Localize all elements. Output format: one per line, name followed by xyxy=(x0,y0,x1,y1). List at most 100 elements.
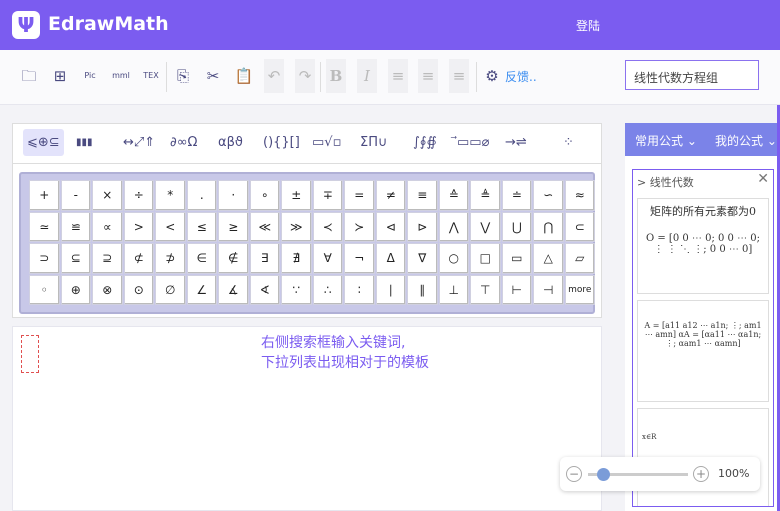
symbol-button[interactable]: ≌ xyxy=(60,211,91,242)
symbol-button[interactable]: ≠ xyxy=(375,180,406,211)
close-icon[interactable]: ✕ xyxy=(757,171,769,187)
symbol-button[interactable]: ⊗ xyxy=(92,274,123,305)
symbol-button[interactable]: ≡ xyxy=(407,180,438,211)
symbol-button[interactable]: ∝ xyxy=(92,211,123,242)
symbol-button[interactable]: ¬ xyxy=(344,243,375,274)
symbol-button[interactable]: ≻ xyxy=(344,211,375,242)
symbol-button[interactable]: ⊇ xyxy=(92,243,123,274)
align-right-icon[interactable]: ≡ xyxy=(449,59,469,93)
bold-icon[interactable]: B xyxy=(326,59,346,93)
symbol-button[interactable]: ⊣ xyxy=(533,274,564,305)
symbol-button[interactable]: ⊆ xyxy=(60,243,91,274)
more-symbols-button[interactable]: more xyxy=(564,274,595,305)
symbol-button[interactable]: ⊳ xyxy=(407,211,438,242)
symbol-button[interactable]: ≜ xyxy=(470,180,501,211)
symbol-button[interactable]: - xyxy=(60,180,91,211)
symbol-button[interactable]: ∀ xyxy=(312,243,343,274)
align-center-icon[interactable]: ≡ xyxy=(418,59,438,93)
symbol-button[interactable]: > xyxy=(123,211,154,242)
symbol-button[interactable]: ⋁ xyxy=(470,211,501,242)
undo-icon[interactable]: ↶ xyxy=(264,59,284,93)
symbol-button[interactable]: ∵ xyxy=(281,274,312,305)
zoom-slider[interactable] xyxy=(588,468,688,481)
symbol-button[interactable]: ⊂ xyxy=(564,211,595,242)
symbol-tab-decorations[interactable]: ⃗▭▭⌀ xyxy=(457,135,489,150)
symbol-button[interactable]: ∘ xyxy=(249,180,280,211)
symbol-tab-brackets[interactable]: (){}[] xyxy=(263,135,300,150)
symbol-tab-greek[interactable]: αβϑ xyxy=(218,135,243,150)
symbol-button[interactable]: = xyxy=(344,180,375,211)
symbol-tab-relations[interactable]: ⩽⊕⊆ xyxy=(23,129,64,156)
symbol-tab-arrows[interactable]: ↔⤢⇑ xyxy=(123,135,155,150)
symbol-tab-fractions[interactable]: ▭√▫ xyxy=(312,135,341,150)
symbol-tab-misc[interactable]: ∂∞Ω xyxy=(170,135,198,150)
input-placeholder[interactable] xyxy=(21,335,39,373)
symbol-button[interactable]: Δ xyxy=(375,243,406,274)
export-mml-icon[interactable]: mml xyxy=(110,63,132,89)
symbol-button[interactable]: ⊃ xyxy=(29,243,60,274)
symbol-button[interactable]: ∴ xyxy=(312,274,343,305)
symbol-tab-fill[interactable]: ▮▮▮ xyxy=(76,137,93,148)
symbol-tab-sums[interactable]: ΣΠ∪ xyxy=(360,135,388,150)
symbol-button[interactable]: ▱ xyxy=(564,243,595,274)
symbol-button[interactable]: ∡ xyxy=(218,274,249,305)
symbol-button[interactable]: ⊤ xyxy=(470,274,501,305)
formula-canvas[interactable]: 右侧搜索框输入关键词, 下拉列表出现相对于的模板 xyxy=(12,326,602,511)
zoom-slider-handle[interactable] xyxy=(597,468,610,481)
symbol-tab-labeled-arrows[interactable]: →⇌ xyxy=(505,135,527,150)
symbol-button[interactable]: · xyxy=(218,180,249,211)
symbol-button[interactable]: ÷ xyxy=(123,180,154,211)
symbol-button[interactable]: ○ xyxy=(438,243,469,274)
tab-common-formulas[interactable]: 常用公式 ⌄ xyxy=(635,132,697,149)
symbol-button[interactable]: ⊢ xyxy=(501,274,532,305)
symbol-button[interactable]: ≐ xyxy=(501,180,532,211)
symbol-button[interactable]: ⊄ xyxy=(123,243,154,274)
cut-icon[interactable]: ✂ xyxy=(202,63,224,89)
zoom-in-button[interactable]: + xyxy=(693,466,709,482)
symbol-button[interactable]: ≺ xyxy=(312,211,343,242)
symbol-button[interactable]: ≃ xyxy=(29,211,60,242)
symbol-button[interactable]: ∥ xyxy=(407,274,438,305)
gear-icon[interactable]: ⚙ xyxy=(481,63,503,89)
copy-icon[interactable]: ⎘ xyxy=(172,63,194,89)
export-tex-icon[interactable]: TEX xyxy=(140,63,162,89)
symbol-button[interactable]: ≈ xyxy=(564,180,595,211)
symbol-button[interactable]: ≪ xyxy=(249,211,280,242)
template-item[interactable]: 矩阵的所有元素都为0 O = [0 0 ⋯ 0; 0 0 ⋯ 0; ⋮ ⋮ ⋱ … xyxy=(637,198,769,294)
symbol-button[interactable]: ± xyxy=(281,180,312,211)
symbol-button[interactable]: ∇ xyxy=(407,243,438,274)
redo-icon[interactable]: ↷ xyxy=(295,59,315,93)
symbol-button[interactable]: ⊥ xyxy=(438,274,469,305)
align-left-icon[interactable]: ≡ xyxy=(388,59,408,93)
login-button[interactable]: 登陆 xyxy=(576,17,600,34)
symbol-button[interactable]: ∃ xyxy=(249,243,280,274)
new-file-icon[interactable]: ⊞ xyxy=(49,63,71,89)
symbol-button[interactable]: ≤ xyxy=(186,211,217,242)
symbol-button[interactable]: ⋀ xyxy=(438,211,469,242)
symbol-button[interactable]: ≫ xyxy=(281,211,312,242)
symbol-button[interactable]: ∈ xyxy=(186,243,217,274)
symbol-button[interactable]: . xyxy=(186,180,217,211)
open-folder-icon[interactable]: 🗀 xyxy=(18,63,40,89)
feedback-link[interactable]: 反馈.. xyxy=(505,68,537,85)
symbol-button[interactable]: ∉ xyxy=(218,243,249,274)
symbol-button[interactable]: △ xyxy=(533,243,564,274)
symbol-button[interactable]: ∽ xyxy=(533,180,564,211)
symbol-button[interactable]: □ xyxy=(470,243,501,274)
symbol-button[interactable]: * xyxy=(155,180,186,211)
symbol-button[interactable]: ⋂ xyxy=(533,211,564,242)
symbol-button[interactable]: ∠ xyxy=(186,274,217,305)
italic-icon[interactable]: I xyxy=(357,59,377,93)
symbol-button[interactable]: ⊙ xyxy=(123,274,154,305)
symbol-tab-integrals[interactable]: ∫∮∯ xyxy=(413,135,437,150)
category-header[interactable]: > 线性代数 xyxy=(633,170,773,194)
export-pic-icon[interactable]: Pic xyxy=(79,63,101,89)
symbol-tab-matrix[interactable]: ⁘ xyxy=(563,135,574,150)
paste-icon[interactable]: 📋 xyxy=(233,63,255,89)
tab-my-formulas[interactable]: 我的公式 ⌄ xyxy=(715,132,777,149)
symbol-button[interactable]: ⋃ xyxy=(501,211,532,242)
symbol-button[interactable]: ⊅ xyxy=(155,243,186,274)
zoom-out-button[interactable]: − xyxy=(566,466,582,482)
symbol-button[interactable]: ⊲ xyxy=(375,211,406,242)
search-input[interactable]: 线性代数方程组 xyxy=(625,60,759,90)
